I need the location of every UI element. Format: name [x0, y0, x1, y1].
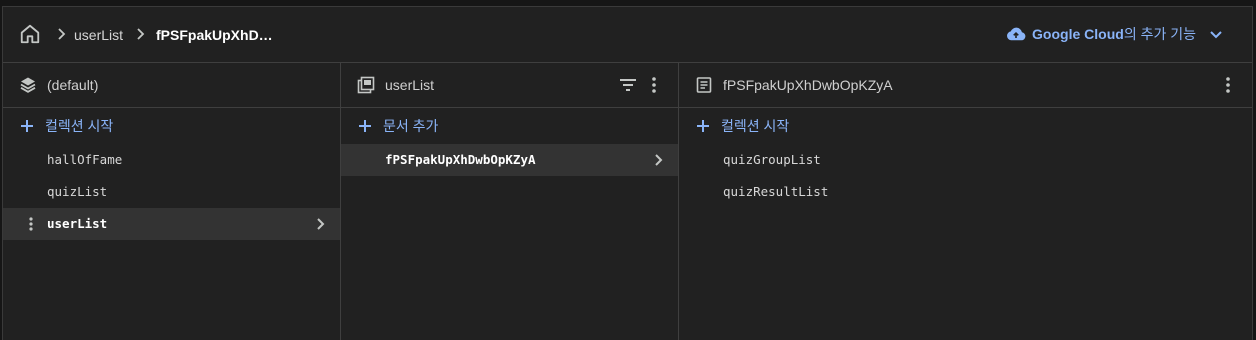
column-title: (default)	[47, 77, 99, 93]
start-collection-label: 컬렉션 시작	[721, 118, 790, 134]
item-label: fPSFpakUpXhDwbOpKZyA	[385, 152, 536, 167]
item-label: quizList	[47, 184, 108, 199]
item-label: quizGroupList	[723, 152, 821, 167]
subcollection-item-quizresultlist[interactable]: quizResultList	[679, 176, 1252, 208]
collection-item-halloffame[interactable]: hallOfFame	[3, 144, 340, 176]
stack-icon	[20, 77, 36, 93]
breadcrumb-bar: userList fPSFpakUpXhD… Google Cloud 의 추가 …	[3, 7, 1252, 63]
column-header: (default)	[3, 63, 340, 108]
chevron-right-icon	[137, 28, 145, 40]
column-title: userList	[385, 77, 435, 93]
more-vert-icon[interactable]	[1218, 75, 1238, 95]
cloud-icon	[1007, 27, 1026, 41]
collection-item-userlist[interactable]: userList	[3, 208, 340, 240]
start-collection-label: 컬렉션 시작	[45, 118, 114, 134]
extensions-label: 의 추가 기능	[1123, 26, 1196, 42]
item-label: hallOfFame	[47, 152, 123, 167]
google-cloud-extensions-button[interactable]: Google Cloud 의 추가 기능	[1005, 24, 1224, 44]
chevron-right-icon	[58, 28, 66, 40]
plus-icon	[21, 120, 33, 132]
plus-icon	[359, 120, 371, 132]
collection-icon	[357, 76, 375, 94]
chevron-right-icon	[655, 154, 663, 166]
document-icon	[696, 77, 712, 93]
start-collection-button[interactable]: 컬렉션 시작	[3, 108, 340, 144]
document-item[interactable]: fPSFpakUpXhDwbOpKZyA	[341, 144, 678, 176]
document-column: fPSFpakUpXhDwbOpKZyA 컬렉션 시작 quizGroupLis…	[679, 63, 1252, 340]
more-vert-icon[interactable]	[644, 75, 664, 95]
item-label: quizResultList	[723, 184, 829, 199]
collection-column: userList 문서 추가 fPSFpakUpXhDwbOpKZyA	[341, 63, 679, 340]
plus-icon	[697, 120, 709, 132]
filter-icon[interactable]	[618, 76, 638, 94]
column-title: fPSFpakUpXhDwbOpKZyA	[723, 77, 893, 93]
home-icon[interactable]	[19, 23, 41, 45]
more-vert-icon[interactable]	[23, 216, 39, 232]
subcollection-item-quizgrouplist[interactable]: quizGroupList	[679, 144, 1252, 176]
collection-item-quizlist[interactable]: quizList	[3, 176, 340, 208]
column-header: fPSFpakUpXhDwbOpKZyA	[679, 63, 1252, 108]
google-cloud-label: Google Cloud	[1032, 26, 1124, 42]
breadcrumb-document[interactable]: fPSFpakUpXhD…	[156, 26, 273, 44]
column-header: userList	[341, 63, 678, 108]
add-document-button[interactable]: 문서 추가	[341, 108, 678, 144]
chevron-right-icon	[317, 218, 325, 230]
breadcrumb-userlist[interactable]: userList	[74, 26, 123, 44]
item-label: userList	[47, 216, 108, 231]
start-collection-button[interactable]: 컬렉션 시작	[679, 108, 1252, 144]
chevron-down-icon	[1210, 31, 1222, 39]
root-column: (default) 컬렉션 시작 hallOfFame quizList use…	[3, 63, 341, 340]
firestore-data-panel: userList fPSFpakUpXhD… Google Cloud 의 추가 …	[2, 6, 1253, 340]
add-document-label: 문서 추가	[383, 118, 439, 134]
